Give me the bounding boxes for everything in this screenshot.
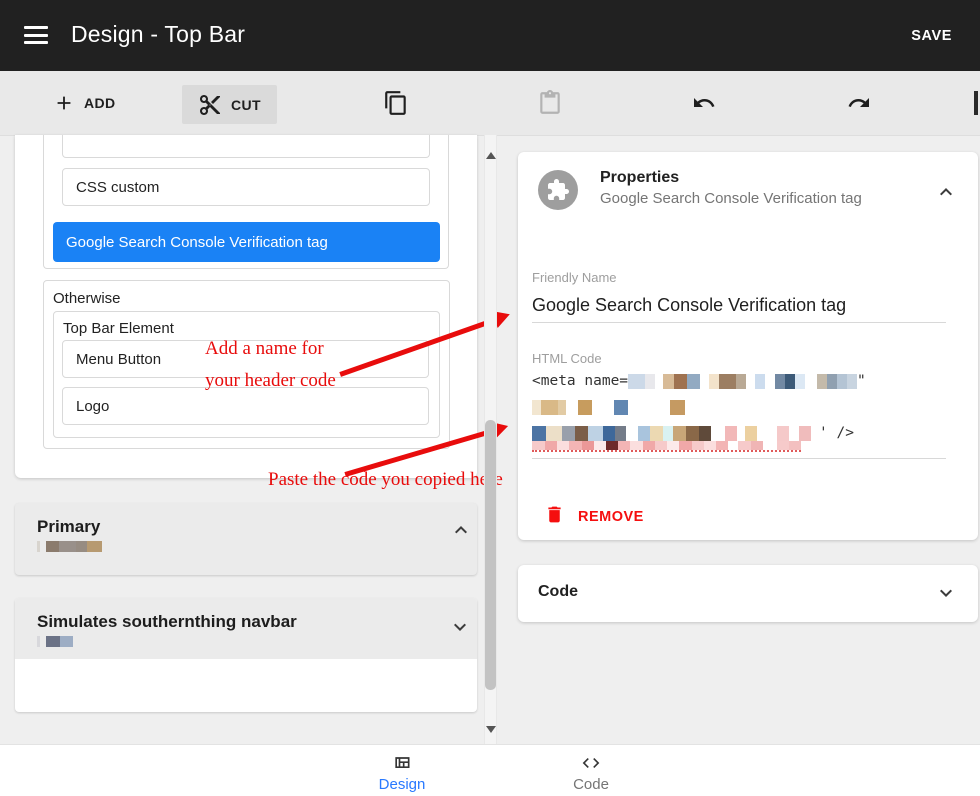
html-code-label: HTML Code bbox=[532, 351, 602, 366]
list-item-gsc-verification-selected[interactable]: Google Search Console Verification tag bbox=[53, 222, 440, 262]
paste-button[interactable] bbox=[537, 83, 563, 123]
copy-icon bbox=[383, 90, 409, 116]
friendly-name-input[interactable]: Google Search Console Verification tag bbox=[532, 295, 846, 316]
chevron-down-icon[interactable] bbox=[448, 615, 472, 639]
edit-toolbar: ADD CUT bbox=[0, 71, 980, 136]
tab-design[interactable]: Design bbox=[357, 753, 447, 793]
navbar-section-card[interactable]: Simulates southernthing navbar bbox=[15, 598, 477, 712]
scissors-icon bbox=[198, 93, 222, 117]
add-button[interactable]: ADD bbox=[53, 83, 116, 123]
trash-icon bbox=[544, 504, 565, 530]
code-suffix: ' /> bbox=[819, 425, 854, 441]
code-blur-1 bbox=[628, 374, 857, 389]
code-open-quote: " bbox=[857, 373, 866, 389]
top-bar-element-label: Top Bar Element bbox=[63, 320, 174, 337]
remove-button[interactable]: REMOVE bbox=[544, 504, 644, 530]
bottom-navigation: Design Code bbox=[0, 744, 980, 796]
otherwise-label: Otherwise bbox=[53, 290, 121, 307]
cut-button[interactable]: CUT bbox=[182, 85, 277, 124]
html-code-line1[interactable]: <meta name= " bbox=[532, 373, 866, 389]
redo-icon bbox=[847, 91, 871, 115]
html-code-line2[interactable] bbox=[532, 400, 685, 415]
css-custom-label: CSS custom bbox=[76, 179, 159, 196]
undo-icon bbox=[692, 91, 716, 115]
chevron-up-icon[interactable] bbox=[449, 518, 473, 542]
code-blur-3 bbox=[532, 426, 811, 441]
menu-button-label: Menu Button bbox=[76, 351, 161, 368]
spellcheck-squiggle bbox=[532, 441, 801, 452]
scroll-down-arrow-icon[interactable] bbox=[486, 726, 496, 733]
toolbar-overflow-icon[interactable] bbox=[971, 83, 980, 123]
logo-label: Logo bbox=[76, 398, 109, 415]
chevron-up-icon[interactable] bbox=[934, 180, 958, 204]
code-section-title: Code bbox=[538, 583, 578, 601]
code-blur-2 bbox=[532, 400, 685, 415]
code-prefix: <meta name= bbox=[532, 373, 628, 389]
app-bar: Design - Top Bar SAVE bbox=[0, 0, 980, 71]
properties-card: Properties Google Search Console Verific… bbox=[518, 152, 978, 540]
remove-label: REMOVE bbox=[578, 509, 644, 525]
design-tab-label: Design bbox=[379, 776, 426, 793]
chevron-down-icon[interactable] bbox=[934, 581, 958, 605]
gsc-verification-label: Google Search Console Verification tag bbox=[66, 234, 328, 251]
list-item-css-custom[interactable]: CSS custom bbox=[62, 168, 430, 206]
undo-button[interactable] bbox=[692, 83, 716, 123]
redo-button[interactable] bbox=[847, 83, 871, 123]
plus-icon bbox=[53, 92, 75, 114]
paste-icon bbox=[537, 90, 563, 116]
annotation-note2: Paste the code you copied here bbox=[268, 469, 503, 491]
tab-code[interactable]: Code bbox=[546, 753, 636, 793]
list-item-logo[interactable]: Logo bbox=[62, 387, 429, 425]
save-button[interactable]: SAVE bbox=[911, 28, 952, 44]
scrollbar-thumb[interactable] bbox=[485, 420, 496, 690]
properties-title: Properties bbox=[600, 169, 679, 187]
design-grid-icon bbox=[392, 753, 412, 773]
properties-subtitle: Google Search Console Verification tag bbox=[600, 190, 862, 207]
code-underline bbox=[532, 458, 946, 459]
app-window: Design - Top Bar SAVE ADD CUT bbox=[0, 0, 980, 796]
list-item-partial[interactable] bbox=[62, 135, 430, 158]
extension-puzzle-icon bbox=[538, 170, 578, 210]
code-tab-label: Code bbox=[573, 776, 609, 793]
navbar-blurred-value bbox=[37, 636, 73, 647]
code-brackets-icon bbox=[580, 753, 602, 773]
primary-blurred-value bbox=[37, 541, 102, 552]
annotation-note1-line1: Add a name for bbox=[205, 338, 324, 360]
code-section-card[interactable]: Code bbox=[518, 565, 978, 622]
scroll-up-arrow-icon[interactable] bbox=[486, 152, 496, 159]
primary-section-card[interactable]: Primary bbox=[15, 503, 477, 575]
input-underline bbox=[532, 322, 946, 323]
menu-hamburger-icon[interactable] bbox=[24, 26, 48, 44]
navbar-section-title: Simulates southernthing navbar bbox=[37, 612, 297, 632]
add-label: ADD bbox=[84, 95, 116, 111]
copy-button[interactable] bbox=[383, 83, 409, 123]
page-title: Design - Top Bar bbox=[71, 21, 245, 48]
primary-section-title: Primary bbox=[37, 517, 100, 537]
html-code-line3[interactable]: ' /> bbox=[532, 425, 854, 441]
friendly-name-label: Friendly Name bbox=[532, 270, 617, 285]
annotation-note1-line2: your header code bbox=[205, 370, 336, 392]
cut-label: CUT bbox=[231, 97, 261, 113]
